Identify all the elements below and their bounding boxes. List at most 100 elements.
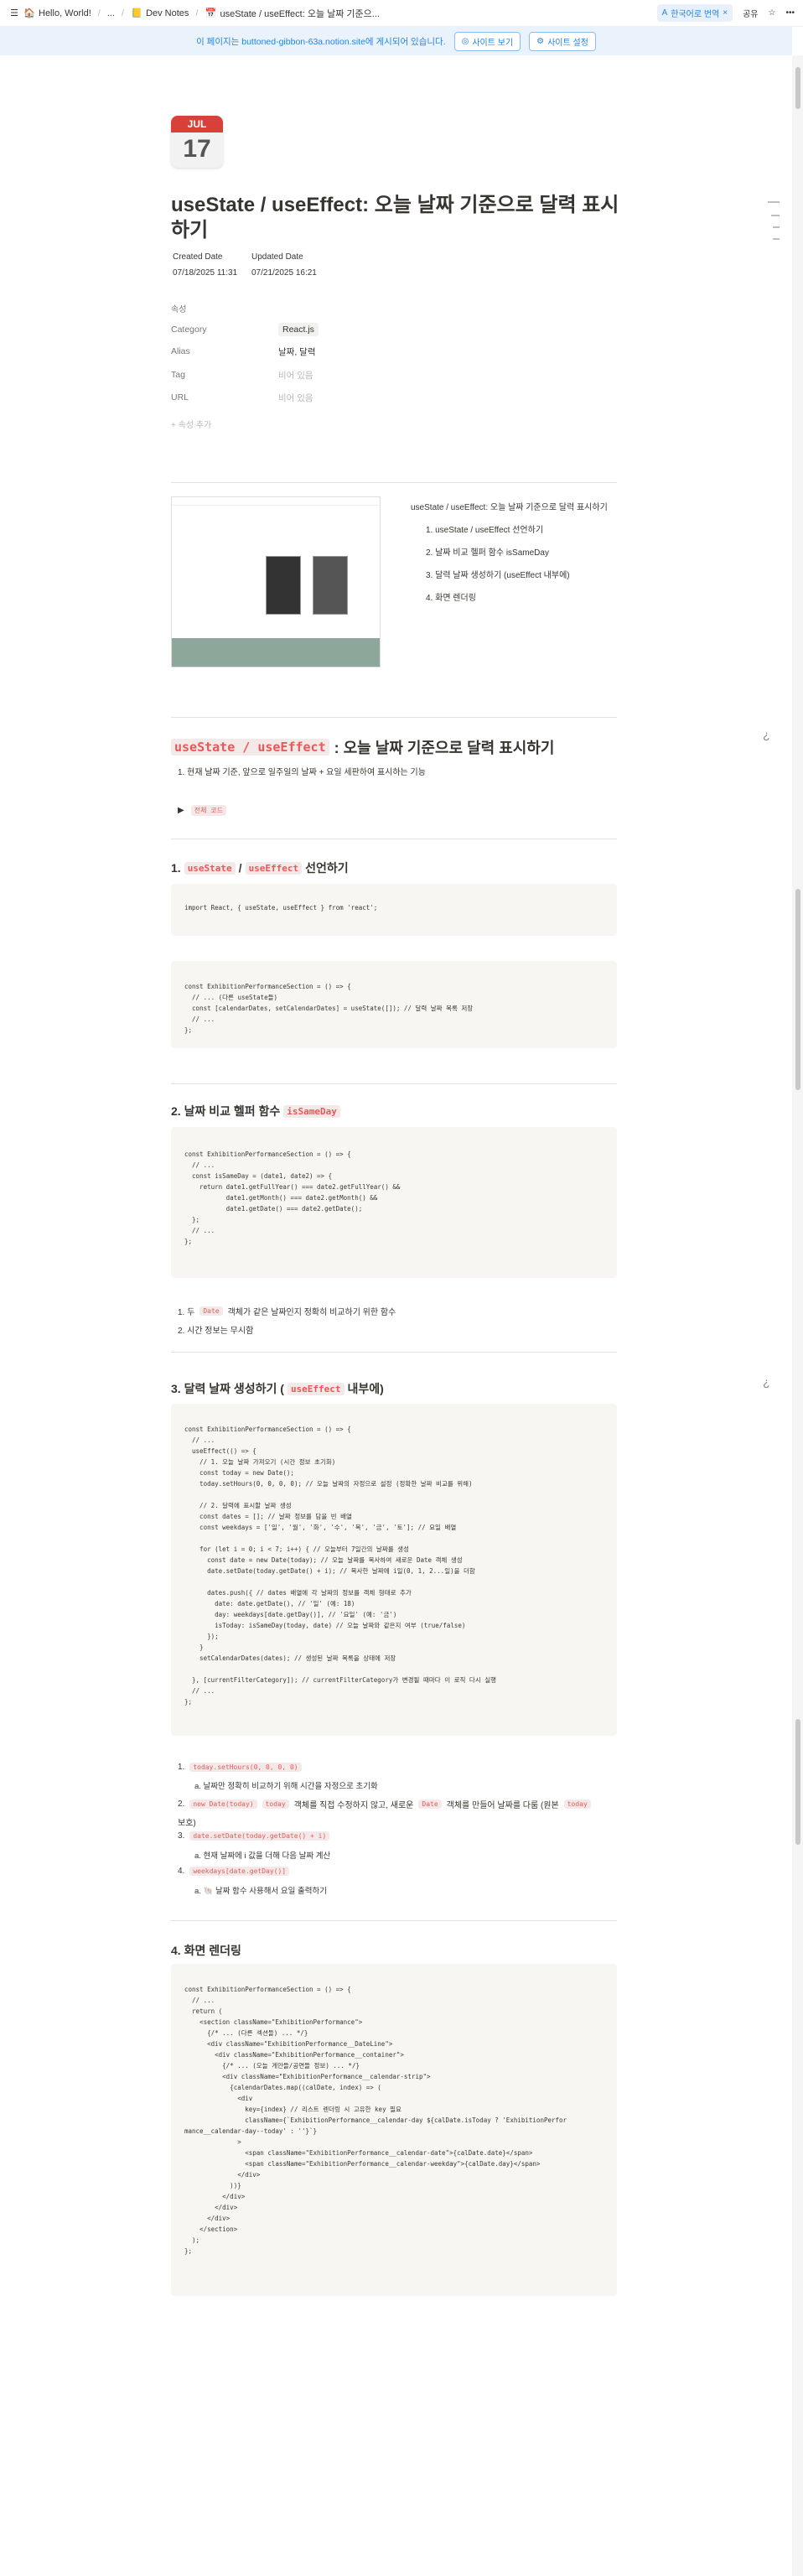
list-text: 객체를 만들어 날짜를 다룸 (원본 — [446, 1801, 559, 1810]
comment-icon[interactable]: ¿ — [763, 1375, 770, 1389]
code-block[interactable]: const ExhibitionPerformanceSection = () … — [171, 1127, 617, 1278]
updated-date-label: Updated Date — [251, 252, 303, 262]
page-calendar-icon[interactable]: JUL 17 — [171, 116, 223, 168]
translate-icon: A — [661, 8, 668, 18]
breadcrumb-separator: / — [122, 8, 125, 18]
property-url[interactable]: URL 비어 있음 — [171, 388, 615, 407]
list-item: 2. new Date(today) today 객체를 직접 수정하지 않고,… — [178, 1798, 614, 1828]
list-number: 4. — [178, 1867, 185, 1876]
toc-line[interactable] — [771, 215, 780, 216]
scroll-marker — [795, 889, 800, 1090]
star-icon[interactable]: ☆ — [769, 8, 776, 18]
property-key: URL — [171, 392, 189, 402]
comment-icon[interactable]: ¿ — [763, 728, 770, 741]
list-number: 1. — [178, 1763, 185, 1772]
outline-item[interactable]: 1. useState / useEffect 선언하기 — [411, 522, 608, 535]
page-title[interactable]: useState / useEffect: 오늘 날짜 기준으로 달력 표시하기 — [171, 193, 624, 243]
divider — [171, 1352, 617, 1353]
toggle-block[interactable]: ▶ 전체 코드 — [178, 805, 226, 816]
property-category[interactable]: Category React.js — [171, 320, 615, 339]
preview-card — [313, 556, 348, 615]
preview-footer — [172, 638, 380, 667]
toggle-label: 전체 코드 — [190, 805, 226, 816]
breadcrumb-home[interactable]: ☰ 🏠 Hello, World! — [8, 8, 91, 19]
add-property-button[interactable]: + 속성 추가 — [171, 418, 211, 430]
toggle-arrow-icon[interactable]: ▶ — [178, 806, 184, 815]
more-icon[interactable]: ••• — [785, 8, 795, 18]
breadcrumb-label[interactable]: Dev Notes — [146, 8, 189, 18]
inline-code: weekdays[date.getDay()] — [189, 1867, 290, 1876]
toc-line[interactable] — [768, 201, 780, 203]
property-value-tag[interactable]: React.js — [278, 323, 319, 336]
property-key: Category — [171, 325, 207, 335]
gear-icon: ⚙ — [536, 36, 545, 46]
list-text: 객체가 같은 날짜인지 정확히 비교하기 위한 함수 — [227, 1308, 396, 1317]
scrollbar-thumb[interactable] — [795, 1719, 800, 1845]
section-heading-4: 4. 화면 렌더링 — [171, 1942, 241, 1959]
property-alias[interactable]: Alias 날짜, 달력 — [171, 342, 615, 361]
list-item: 1. 두 Date 객체가 같은 날짜인지 정확히 비교하기 위한 함수 — [178, 1305, 396, 1317]
inline-code: today.setHours(0, 0, 0, 0) — [189, 1763, 302, 1772]
inline-code: useState / useEffect — [171, 739, 329, 756]
property-value-empty[interactable]: 비어 있음 — [278, 392, 313, 404]
properties-heading: 속성 — [171, 305, 187, 314]
code-block[interactable]: const ExhibitionPerformanceSection = () … — [171, 961, 617, 1048]
list-text: 2. 시간 정보는 무시함 — [178, 1327, 254, 1336]
view-site-button[interactable]: ◎ 사이트 보기 — [453, 31, 521, 51]
created-date-value: 07/18/2025 11:31 — [173, 268, 238, 278]
sub-list-item: a. 날짜만 정확히 비교하기 위해 시간을 자정으로 초기화 — [194, 1782, 378, 1791]
heading-text: 4. 화면 렌더링 — [171, 1944, 241, 1957]
inline-code: Date — [418, 1800, 442, 1809]
calendar-day: 17 — [183, 135, 211, 163]
breadcrumb-ellipsis[interactable]: ... — [107, 8, 115, 18]
heading-text: 1. — [171, 861, 181, 875]
calendar-month: JUL — [171, 116, 223, 132]
site-settings-button[interactable]: ⚙ 사이트 설정 — [529, 31, 596, 51]
main-heading: useState / useEffect : 오늘 날짜 기준으로 달력 표시하… — [171, 736, 554, 758]
breadcrumb-current-page[interactable]: 📅 useState / useEffect: 오늘 날짜 기준으... — [205, 7, 380, 20]
toc-line[interactable] — [773, 226, 780, 228]
scrollbar[interactable] — [792, 55, 803, 2576]
code-block[interactable]: const ExhibitionPerformanceSection = () … — [171, 1404, 617, 1736]
code-block[interactable]: import React, { useState, useEffect } fr… — [171, 884, 617, 936]
breadcrumb-dev-notes[interactable]: 📒 Dev Notes — [131, 8, 189, 19]
property-value[interactable]: 날짜, 달력 — [278, 345, 315, 358]
translate-label: 한국어로 번역 — [671, 10, 720, 19]
close-icon[interactable]: × — [723, 8, 728, 18]
property-tag[interactable]: Tag 비어 있음 — [171, 366, 615, 384]
heading-text: : 오늘 날짜 기준으로 달력 표시하기 — [334, 740, 555, 756]
page-outline: useState / useEffect: 오늘 날짜 기준으로 달력 표시하기… — [411, 500, 608, 613]
page-preview-image[interactable] — [171, 496, 381, 667]
breadcrumb-separator: / — [97, 8, 101, 18]
banner-text: 이 페이지는 buttoned-gibbon-63a.notion.site에 … — [196, 36, 446, 47]
preview-card — [266, 556, 301, 615]
inline-code: useEffect — [287, 1382, 345, 1395]
scroll-marker — [795, 67, 800, 109]
inline-code: new Date(today) — [189, 1800, 257, 1809]
outline-item[interactable]: 2. 날짜 비교 헬퍼 함수 isSameDay — [411, 545, 608, 558]
share-button[interactable]: 공유 — [743, 7, 758, 19]
breadcrumb-label[interactable]: ... — [107, 8, 115, 18]
list-text: 1. 두 — [178, 1308, 195, 1317]
site-settings-label: 사이트 설정 — [547, 38, 588, 48]
list-item: 1. 현재 날짜 기준, 앞으로 일주일의 날짜 + 요일 세판하여 표시하는 … — [178, 768, 426, 777]
list-text: 객체를 직접 수정하지 않고, 새로운 — [293, 1801, 414, 1810]
translate-button[interactable]: A 한국어로 번역 × — [656, 4, 733, 22]
breadcrumb-label[interactable]: Hello, World! — [39, 8, 91, 18]
toc-line[interactable] — [773, 238, 780, 240]
updated-date: Updated Date 07/21/2025 16:21 — [251, 252, 317, 278]
inline-code: Date — [199, 1306, 223, 1316]
view-site-label: 사이트 보기 — [472, 38, 514, 48]
property-value-empty[interactable]: 비어 있음 — [278, 369, 313, 382]
outline-item[interactable]: 3. 달력 날짜 생성하기 (useEffect 내부에) — [411, 568, 608, 580]
list-number: 2. — [178, 1800, 185, 1809]
list-item: 4. weekdays[date.getDay()] — [178, 1867, 290, 1876]
property-key: Alias — [171, 346, 190, 356]
calendar-icon: 📅 — [205, 8, 217, 18]
outline-item[interactable]: useState / useEffect: 오늘 날짜 기준으로 달력 표시하기 — [411, 500, 608, 512]
code-block[interactable]: const ExhibitionPerformanceSection = () … — [171, 1964, 617, 2296]
inline-code: date.setDate(today.getDate() + i) — [189, 1831, 330, 1841]
outline-item[interactable]: 4. 화면 렌더링 — [411, 590, 608, 603]
breadcrumb-label[interactable]: useState / useEffect: 오늘 날짜 기준으... — [220, 7, 379, 20]
sidebar-toggle-icon[interactable]: ☰ — [8, 8, 20, 18]
